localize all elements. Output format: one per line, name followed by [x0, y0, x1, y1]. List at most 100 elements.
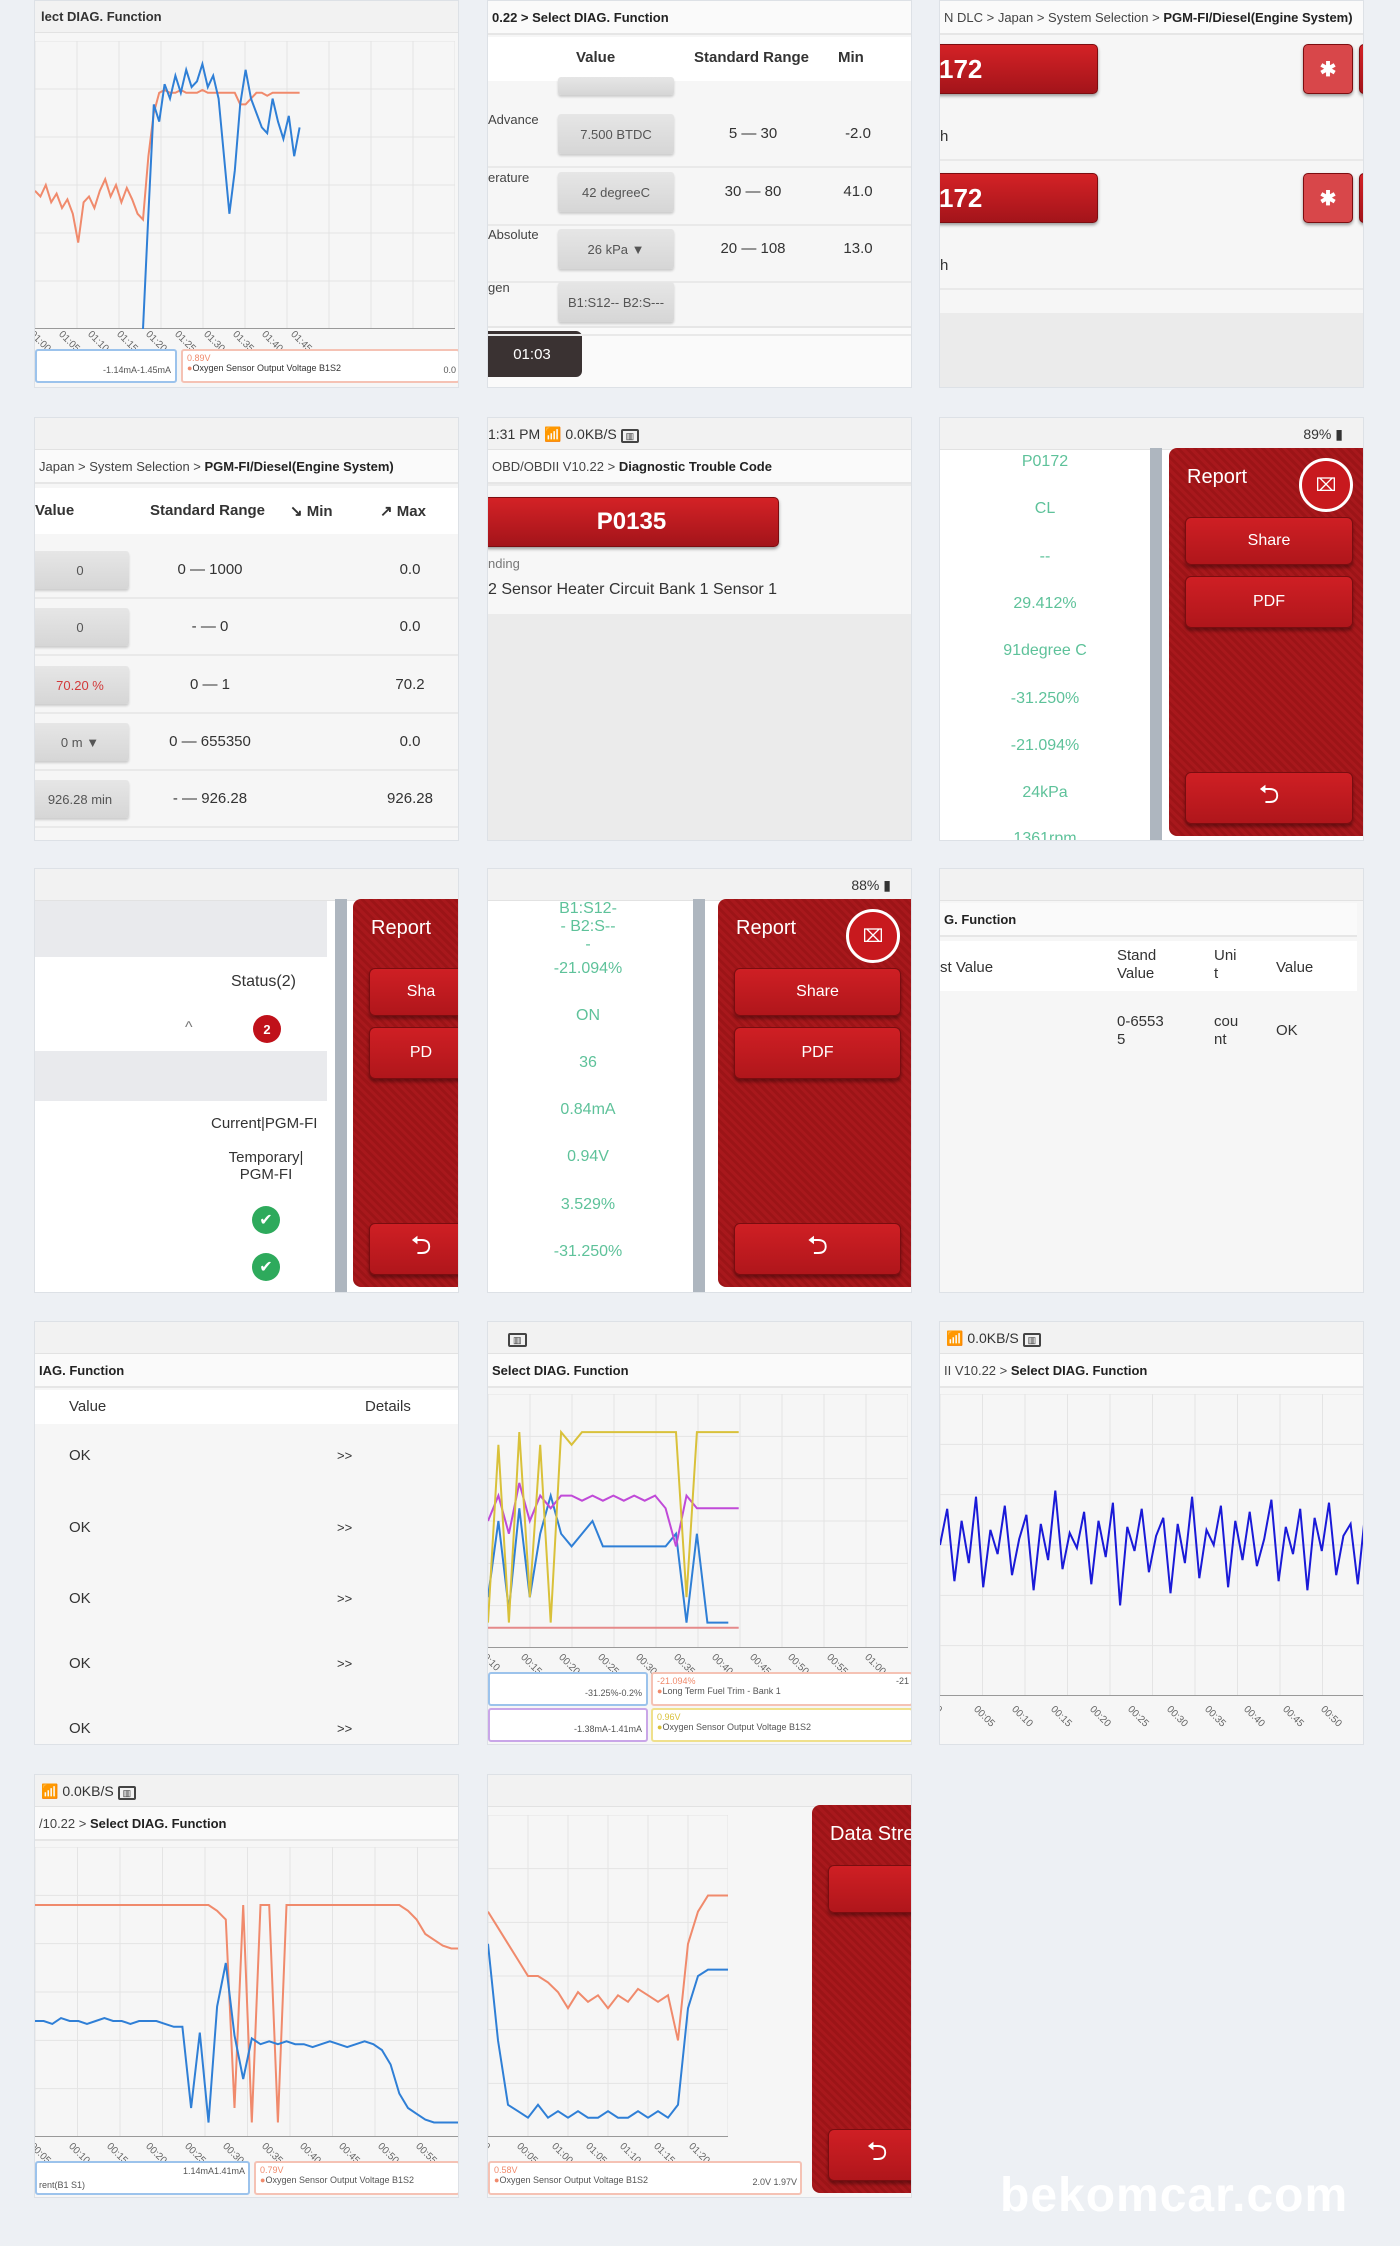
header-max[interactable]: ↗ Max	[380, 502, 426, 520]
value-item: 0.94V	[567, 1148, 609, 1165]
value-box[interactable]: 70.20 %	[35, 666, 129, 704]
details-button[interactable]: >>	[337, 1448, 352, 1463]
vci-icon: ▥	[620, 429, 640, 443]
x-tick-label: 00:15	[1048, 1704, 1074, 1730]
details-button[interactable]: >>	[337, 1591, 352, 1606]
collapse-icon[interactable]: ^	[185, 1019, 193, 1037]
dtc-code-button[interactable]: 172	[940, 173, 1098, 223]
legend-voltage[interactable]: 0.58V ●Oxygen Sensor Output Voltage B1S2 2…	[488, 2161, 802, 2195]
dtc-description: 2 Sensor Heater Circuit Bank 1 Sensor 1	[488, 581, 778, 598]
wifi-icon: 📶	[41, 1783, 59, 1799]
status-current: Current|PGM-FI	[211, 1115, 318, 1132]
range-cell: 0 — 655350	[169, 733, 251, 750]
pdf-button[interactable]: PDF	[1185, 576, 1353, 628]
breadcrumb: II V10.22 > Select DIAG. Function	[940, 1354, 1363, 1388]
breadcrumb: IAG. Function	[35, 1354, 458, 1388]
legend-current-range[interactable]: -1.38mA-1.41mA	[488, 1708, 648, 1742]
legend-current[interactable]: -1.14mA-1.45mA	[35, 349, 177, 383]
breadcrumb: Japan > System Selection > PGM-FI/Diesel…	[35, 450, 458, 484]
header-value: Value	[69, 1398, 107, 1415]
legend-voltage[interactable]: 0.79V ●Oxygen Sensor Output Voltage B1S2	[254, 2161, 458, 2195]
back-button[interactable]: ⮌	[1185, 772, 1353, 824]
chart-live-data	[35, 1847, 458, 2137]
x-tick-label: 0	[487, 2141, 492, 2153]
value-item: P0172	[1021, 453, 1069, 470]
dtc-subtitle: h	[940, 128, 949, 145]
value-box[interactable]: 26 kPa ▼	[558, 229, 674, 269]
status-bar: 89% ▮	[940, 418, 1363, 450]
check-icon: ✔	[252, 1206, 280, 1234]
value-item: 1361rpm	[1013, 830, 1077, 841]
result-ok: OK	[69, 1720, 91, 1737]
value-box[interactable]: 42 degreeC	[558, 172, 674, 212]
share-button[interactable]: Sha	[369, 968, 458, 1016]
x-axis-ticks: 0 00:05 01:00 01:05 01:10 01:15 01:20	[487, 2139, 728, 2166]
details-button[interactable]: >>	[337, 1656, 352, 1671]
dtc-code-button[interactable]: P0135	[488, 497, 779, 547]
header-standard-range[interactable]: Standard Range	[150, 502, 265, 519]
freeze-frame-button[interactable]: ✱	[1303, 44, 1353, 94]
value-box[interactable]: 0	[35, 608, 129, 646]
battery-icon: ▮	[883, 877, 891, 893]
value-item: 29.412%	[1013, 595, 1077, 612]
share-button[interactable]: Share	[734, 968, 901, 1016]
dtc-code-button[interactable]: 172	[940, 44, 1098, 94]
value-box[interactable]: B1:S12-- B2:S---	[558, 282, 674, 322]
legend-current[interactable]: 1.14mA1.41mA rent(B1 S1)	[35, 2161, 250, 2195]
series-o2-voltage	[35, 88, 300, 243]
legend-o2-voltage[interactable]: 0.96V ●Oxygen Sensor Output Voltage B1S2	[651, 1708, 911, 1742]
legend-label: ●Oxygen Sensor Output Voltage B1S2	[187, 363, 342, 373]
tile-multi-graph: ▥ Select DIAG. Function 0:10 00:15 00:20 00…	[487, 1321, 912, 1745]
network-speed: 0.0KB/S	[565, 426, 617, 442]
x-tick-label: 00:20	[1086, 1704, 1113, 1730]
header-min[interactable]: Min	[838, 49, 864, 66]
record-timer[interactable]: 01:03	[488, 331, 582, 377]
cell-unit: cou nt	[1214, 1013, 1239, 1048]
breadcrumb: Select DIAG. Function	[488, 1354, 911, 1388]
tile-live-graph-1: lect DIAG. Function 01:00 01:05 01:10 01:15…	[34, 0, 459, 388]
header-min[interactable]: ↘ Min	[290, 502, 333, 520]
dtc-subtitle: h	[940, 257, 949, 274]
battery-level: 88%	[851, 877, 880, 893]
freeze-frame-button[interactable]: ✱	[1303, 173, 1353, 223]
value-box[interactable]: 0	[35, 551, 129, 589]
back-button[interactable]: ⮌	[828, 2129, 911, 2181]
range-cell: 0 — 1	[189, 676, 231, 693]
check-icon: ✔	[252, 1253, 280, 1281]
value-item: 3.529%	[560, 1196, 616, 1213]
status-header: Status(2)	[231, 973, 296, 990]
tile-report-panel-2: 88% ▮ Report ⌧ Share PDF ⮌ B1:S12-- B2:S…	[487, 868, 912, 1293]
series-yellow	[488, 1429, 739, 1623]
value-item: -31.250%	[553, 1243, 623, 1260]
back-arrow-icon: ⮌	[410, 1230, 432, 1260]
legend-voltage[interactable]: 0.89V ●Oxygen Sensor Output Voltage B1S2 0…	[181, 349, 458, 383]
range-cell: - — 0	[191, 618, 229, 635]
back-button[interactable]: ⮌	[734, 1223, 901, 1275]
share-button[interactable]: Share	[1185, 517, 1353, 565]
status-bar: 88% ▮	[488, 869, 911, 901]
pdf-button[interactable]: PDF	[734, 1027, 901, 1079]
x-tick-label: 00:45	[1279, 1704, 1306, 1730]
result-ok: OK	[69, 1447, 91, 1464]
details-button[interactable]: >>	[337, 1520, 352, 1535]
value-box[interactable]: 7.500 BTDC	[558, 114, 674, 154]
report-panel: Report ⌧ Share PDF ⮌	[718, 899, 911, 1287]
value-box[interactable]: 926.28 min	[35, 780, 129, 818]
tile-report-panel-1: 89% ▮ Report ⌧ Share PDF ⮌ P0172 CL -- 29.4…	[939, 417, 1364, 841]
header-standard-range[interactable]: Standard Range	[694, 49, 809, 66]
x-tick-label: 00:40	[1241, 1704, 1267, 1730]
cell-standard-value: 0-6553 5	[1117, 1013, 1164, 1048]
status-bar	[35, 1322, 458, 1354]
dtc-report-icon[interactable]: ⌧	[846, 909, 900, 963]
chart-live-data	[488, 1394, 908, 1648]
back-button[interactable]: ⮌	[369, 1223, 458, 1275]
pdf-button[interactable]: PD	[369, 1027, 458, 1079]
x-tick-label: 0	[939, 1704, 944, 1716]
legend-fuel-trim[interactable]: -21.094% ●Long Term Fuel Trim - Bank 1 -21	[651, 1672, 911, 1706]
value-item: -21.094%	[553, 960, 623, 977]
details-button[interactable]: >>	[337, 1721, 352, 1736]
panel-button[interactable]	[828, 1865, 911, 1913]
dtc-report-icon[interactable]: ⌧	[1299, 458, 1353, 512]
value-box[interactable]: 0 m ▼	[35, 723, 129, 761]
legend-fuel-trim-range[interactable]: -31.25%-0.2%	[488, 1672, 648, 1706]
